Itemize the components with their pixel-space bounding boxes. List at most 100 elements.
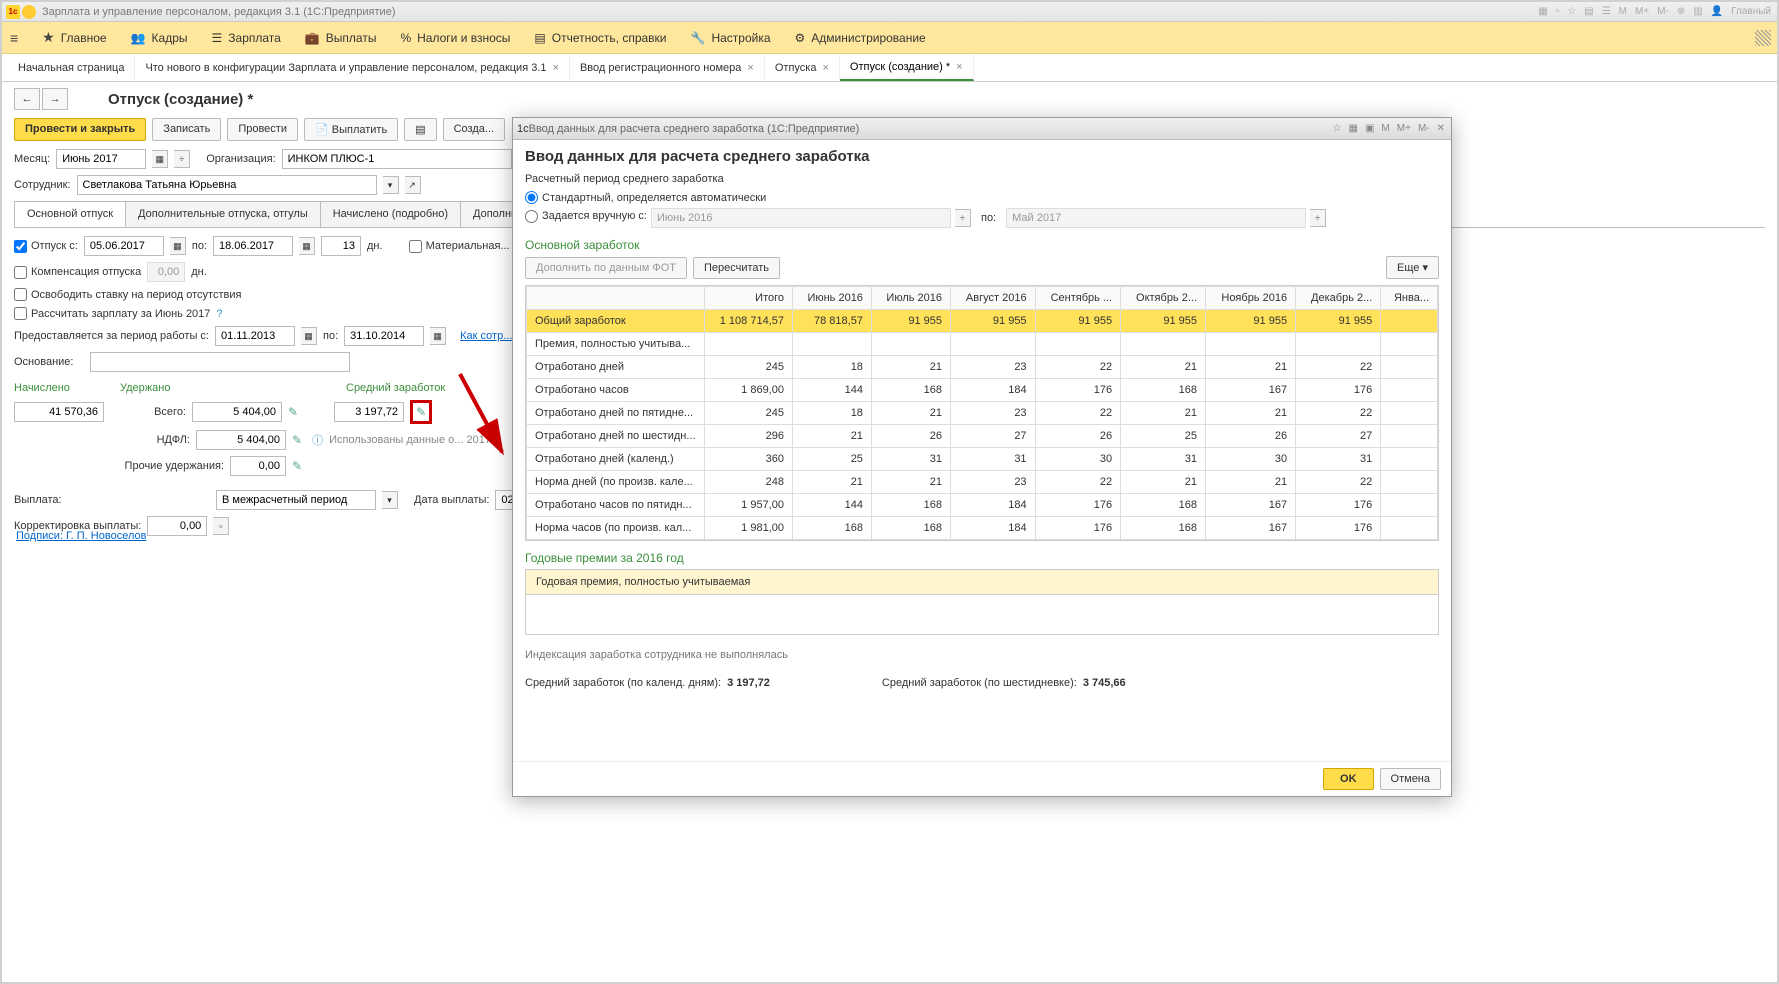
how-link[interactable]: Как сотр... xyxy=(460,330,512,342)
calendar-icon[interactable]: ▦ xyxy=(301,327,317,345)
days-input[interactable] xyxy=(321,236,361,256)
dropdown-icon[interactable]: ▾ xyxy=(382,491,398,509)
menu-main[interactable]: ★Главное xyxy=(42,29,106,46)
ok-button[interactable]: OK xyxy=(1323,768,1374,790)
tb-mplus[interactable]: M+ xyxy=(1633,6,1651,17)
month-input[interactable] xyxy=(56,149,146,169)
employee-input[interactable] xyxy=(77,175,377,195)
open-icon[interactable]: ↗ xyxy=(405,176,421,194)
avg-value[interactable] xyxy=(334,402,404,422)
tb-icon[interactable]: ⊕ xyxy=(1675,6,1687,17)
subtab-accrued[interactable]: Начислено (подробно) xyxy=(320,201,461,227)
accrued-value[interactable] xyxy=(14,402,104,422)
close-icon[interactable]: ✕ xyxy=(1435,123,1447,134)
total-value[interactable] xyxy=(192,402,282,422)
app-dropdown-icon[interactable] xyxy=(22,5,36,19)
tb-icon[interactable]: ☆ xyxy=(1331,123,1344,134)
info-icon[interactable]: ⓘ xyxy=(312,432,323,448)
edit-avg-button[interactable]: ✎ xyxy=(410,400,432,424)
payout-select[interactable] xyxy=(216,490,376,510)
tab-vacations[interactable]: Отпуска× xyxy=(765,56,840,80)
menu-payroll[interactable]: ☰Зарплата xyxy=(212,31,281,45)
recalc-button[interactable]: Пересчитать xyxy=(693,257,780,279)
annual-row[interactable]: Годовая премия, полностью учитываемая xyxy=(525,569,1439,595)
write-button[interactable]: Записать xyxy=(152,118,221,141)
tb-mminus[interactable]: M- xyxy=(1655,6,1671,17)
compensation-checkbox[interactable]: Компенсация отпуска xyxy=(14,266,141,279)
tb-mminus[interactable]: M- xyxy=(1416,123,1432,134)
cancel-button[interactable]: Отмена xyxy=(1380,768,1441,790)
tab-vacation-create[interactable]: Отпуск (создание) *× xyxy=(840,55,974,81)
tb-icon[interactable]: ▥ xyxy=(1691,6,1704,17)
menu-payments[interactable]: 💼Выплаты xyxy=(305,31,377,45)
period-to-input[interactable] xyxy=(344,326,424,346)
tb-icon[interactable]: ☰ xyxy=(1600,6,1613,17)
corr-value[interactable] xyxy=(147,516,207,536)
post-button[interactable]: Провести xyxy=(227,118,298,141)
post-and-close-button[interactable]: Провести и закрыть xyxy=(14,118,146,141)
table-row[interactable]: Норма дней (по произв. кале...2482121232… xyxy=(527,471,1438,494)
tab-regnum[interactable]: Ввод регистрационного номера× xyxy=(570,56,765,80)
user-name[interactable]: Главный xyxy=(1729,6,1773,17)
recalc-checkbox[interactable]: Рассчитать зарплату за Июнь 2017 xyxy=(14,307,210,320)
table-row[interactable]: Отработано дней по шестидн...29621262726… xyxy=(527,425,1438,448)
menu-icon[interactable]: ≡ xyxy=(10,30,18,46)
subtab-main[interactable]: Основной отпуск xyxy=(14,201,126,227)
stepper-icon[interactable]: ÷ xyxy=(174,150,190,168)
signatures-link[interactable]: Подписи: Г. П. Новоселов xyxy=(16,530,146,542)
calendar-icon[interactable]: ▦ xyxy=(430,327,446,345)
close-icon[interactable]: × xyxy=(956,61,962,73)
tb-icon[interactable]: ☆ xyxy=(1565,6,1578,17)
table-row[interactable]: Отработано дней24518212322212122 xyxy=(527,356,1438,379)
menu-taxes[interactable]: %Налоги и взносы xyxy=(400,31,510,45)
ndfl-value[interactable] xyxy=(196,430,286,450)
period-from-input[interactable] xyxy=(215,326,295,346)
edit-icon[interactable]: ✎ xyxy=(288,405,298,419)
table-row[interactable]: Общий заработок1 108 714,5778 818,5791 9… xyxy=(527,310,1438,333)
edit-icon[interactable]: ✎ xyxy=(292,433,302,447)
materialhelp-checkbox[interactable]: Материальная... xyxy=(409,240,510,253)
nav-back-button[interactable]: ← xyxy=(14,88,40,110)
edit-icon[interactable]: ✎ xyxy=(292,459,302,473)
table-row[interactable]: Отработано часов по пятидн...1 957,00144… xyxy=(527,494,1438,517)
table-row[interactable]: Отработано дней по пятидне...24518212322… xyxy=(527,402,1438,425)
tb-icon[interactable]: ▣ xyxy=(1363,123,1376,134)
close-icon[interactable]: × xyxy=(822,62,828,74)
tb-m[interactable]: M xyxy=(1617,6,1629,17)
icon-button[interactable]: ▤ xyxy=(404,118,436,141)
tab-whatsnew[interactable]: Что нового в конфигурации Зарплата и упр… xyxy=(135,56,570,80)
basis-input[interactable] xyxy=(90,352,350,372)
calendar-icon[interactable]: ▦ xyxy=(152,150,168,168)
table-row[interactable]: Премия, полностью учитыва... xyxy=(527,333,1438,356)
tab-home[interactable]: Начальная страница xyxy=(8,56,135,80)
close-icon[interactable]: × xyxy=(553,62,559,74)
release-checkbox[interactable]: Освободить ставку на период отсутствия xyxy=(14,288,241,301)
menu-settings[interactable]: 🔧Настройка xyxy=(691,31,771,45)
calendar-icon[interactable]: ▦ xyxy=(299,237,315,255)
tb-icon[interactable]: ▫ xyxy=(1554,6,1562,17)
table-row[interactable]: Норма часов (по произв. кал...1 981,0016… xyxy=(527,517,1438,540)
vacation-checkbox[interactable]: Отпуск с: xyxy=(14,240,78,253)
tb-icon[interactable]: ▦ xyxy=(1536,6,1549,17)
fill-fot-button[interactable]: Дополнить по данным ФОТ xyxy=(525,257,687,279)
payout-button[interactable]: 📄 Выплатить xyxy=(304,118,398,141)
more-button[interactable]: Еще ▾ xyxy=(1386,256,1439,279)
table-row[interactable]: Отработано часов1 869,001441681841761681… xyxy=(527,379,1438,402)
close-icon[interactable]: × xyxy=(747,62,753,74)
date-to-input[interactable] xyxy=(213,236,293,256)
subtab-extra[interactable]: Дополнительные отпуска, отгулы xyxy=(125,201,321,227)
create-button[interactable]: Созда... xyxy=(443,118,505,141)
grip-icon[interactable] xyxy=(1755,30,1771,46)
icon[interactable]: ▫ xyxy=(213,517,229,535)
help-icon[interactable]: ? xyxy=(216,308,222,320)
calendar-icon[interactable]: ▦ xyxy=(170,237,186,255)
other-value[interactable] xyxy=(230,456,286,476)
tb-icon[interactable]: ▤ xyxy=(1582,6,1595,17)
menu-personnel[interactable]: 👥Кадры xyxy=(131,31,188,45)
user-icon[interactable]: 👤 xyxy=(1709,6,1725,17)
nav-forward-button[interactable]: → xyxy=(42,88,68,110)
tb-m[interactable]: M xyxy=(1379,123,1391,134)
radio-manual[interactable]: Задается вручную с: xyxy=(525,210,647,223)
dropdown-icon[interactable]: ▾ xyxy=(383,176,399,194)
menu-admin[interactable]: ⚙Администрирование xyxy=(795,31,926,45)
